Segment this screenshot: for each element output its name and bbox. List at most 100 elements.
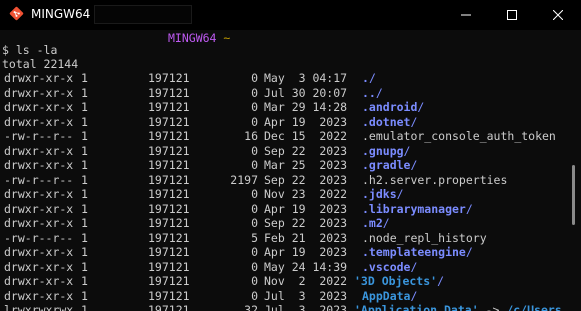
link-count: 1: [81, 85, 88, 100]
listing-row: -rw-r--r-- 1 197121 5 Feb 21 2023 .node_repl_…: [2, 231, 568, 245]
link-count: 1: [81, 114, 88, 129]
owner-id: 197121: [148, 187, 190, 201]
file-size: 0: [251, 274, 258, 288]
terminal-output[interactable]: MINGW64 ~ $ ls -la total 22144 drwxr-xr-…: [0, 30, 568, 311]
modified-date: Sep 22 2023: [264, 172, 348, 187]
owner-id: 197121: [148, 100, 190, 114]
modified-date: Jul 3 2023: [264, 288, 348, 303]
entry-name: .vscode/: [362, 259, 418, 274]
title-bar[interactable]: MINGW64: [0, 0, 581, 30]
modified-date: Sep 22 2023: [264, 216, 348, 230]
permissions: drwxr-xr-x: [4, 274, 74, 288]
listing-row: drwxr-xr-x 1 197121 0 Mar 25 2023 .gradle/: [2, 158, 568, 172]
link-count: 1: [81, 172, 88, 187]
entry-name: '3D Objects'/: [354, 274, 445, 288]
owner-id: 197121: [148, 201, 190, 216]
owner-id: 197121: [148, 230, 190, 245]
file-size: 0: [251, 288, 258, 303]
listing-row: drwxr-xr-x 1 197121 0 May 24 14:39 .vscode/: [2, 260, 568, 274]
owner-id: 197121: [148, 114, 190, 129]
owner-id: 197121: [148, 172, 190, 187]
close-icon: [553, 10, 563, 20]
permissions: drwxr-xr-x: [4, 245, 74, 259]
file-name: .h2.server.properties: [362, 172, 508, 187]
entry-name: .dotnet/: [362, 114, 418, 129]
permissions: -rw-r--r--: [4, 129, 74, 143]
permissions: drwxr-xr-x: [4, 143, 74, 158]
minimize-icon: [461, 14, 471, 16]
entry-name: .m2/: [362, 216, 390, 230]
file-size: 16: [244, 129, 258, 143]
file-size: 0: [251, 245, 258, 259]
terminal-window: MINGW64 MINGW64 ~ $ ls -la total 22144 d…: [0, 0, 581, 311]
modified-date: Apr 19 2023: [264, 245, 348, 259]
owner-id: 197121: [148, 303, 190, 311]
owner-id: 197121: [148, 274, 190, 288]
owner-id: 197121: [148, 129, 190, 143]
maximize-icon: [507, 10, 517, 20]
link-count: 1: [81, 245, 88, 259]
entry-name: .android/: [362, 100, 425, 114]
owner-id: 197121: [148, 216, 190, 230]
listing-row: drwxr-xr-x 1 197121 0 Apr 19 2023 .dotnet/: [2, 115, 568, 129]
permissions: drwxr-xr-x: [4, 114, 74, 129]
owner-id: 197121: [148, 288, 190, 303]
link-count: 1: [81, 201, 88, 216]
minimize-button[interactable]: [443, 0, 489, 30]
entry-name: .jdks/: [362, 187, 404, 201]
listing-row: lrwxrwxrwx 1 197121 32 Jul 3 2023 'Applicatio…: [2, 303, 568, 311]
link-count: 1: [81, 230, 88, 245]
file-size: 32: [244, 303, 258, 311]
scrollbar-thumb[interactable]: [572, 165, 575, 225]
file-size: 5: [251, 230, 258, 245]
permissions: drwxr-xr-x: [4, 85, 74, 100]
entry-name: AppData/: [362, 288, 418, 303]
file-size: 2197: [230, 172, 258, 187]
file-size: 0: [251, 158, 258, 172]
modified-date: Mar 25 2023: [264, 158, 348, 172]
link-count: 1: [81, 187, 88, 201]
total-line: total 22144: [2, 57, 79, 71]
file-name: .node_repl_history: [362, 230, 487, 245]
listing-row: drwxr-xr-x 1 197121 0 Mar 29 14:28 .android/: [2, 100, 568, 114]
entry-name: ./: [362, 71, 376, 85]
window-title: MINGW64: [31, 7, 91, 21]
prompt-header: MINGW64 ~: [168, 31, 230, 45]
listing-row: drwxr-xr-x 1 197121 0 Nov 2 2022 '3D Objects'…: [2, 274, 568, 288]
link-count: 1: [81, 259, 88, 274]
permissions: drwxr-xr-x: [4, 201, 74, 216]
listing-row: drwxr-xr-x 1 197121 0 Nov 23 2022 .jdks/: [2, 187, 568, 201]
close-button[interactable]: [535, 0, 581, 30]
entry-name: .gnupg/: [362, 143, 411, 158]
listing-row: drwxr-xr-x 1 197121 0 Apr 19 2023 .templateen…: [2, 245, 568, 259]
permissions: drwxr-xr-x: [4, 100, 74, 114]
modified-date: May 3 04:17: [264, 71, 348, 85]
listing-row: drwxr-xr-x 1 197121 0 Apr 19 2023 .libraryman…: [2, 202, 568, 216]
permissions: drwxr-xr-x: [4, 158, 74, 172]
prompt-path: ~: [223, 31, 231, 45]
owner-id: 197121: [148, 71, 190, 85]
modified-date: Dec 15 2022: [264, 129, 348, 143]
link-count: 1: [81, 71, 88, 85]
entry-name: .librarymanager/: [362, 201, 473, 216]
entry-name: .gradle/: [362, 158, 418, 172]
permissions: drwxr-xr-x: [4, 288, 74, 303]
link-count: 1: [81, 143, 88, 158]
listing-row: -rw-r--r-- 1 197121 2197 Sep 22 2023 .h2.serv…: [2, 173, 568, 187]
listing-row: drwxr-xr-x 1 197121 0 Sep 22 2023 .gnupg/: [2, 144, 568, 158]
link-count: 1: [81, 303, 88, 311]
maximize-button[interactable]: [489, 0, 535, 30]
command-line: $ ls -la: [2, 43, 58, 57]
modified-date: Nov 2 2022: [264, 274, 348, 288]
modified-date: Apr 19 2023: [264, 114, 348, 129]
file-size: 0: [251, 259, 258, 274]
file-size: 0: [251, 216, 258, 230]
scrollbar[interactable]: [568, 30, 581, 311]
modified-date: Jul 3 2023: [264, 303, 348, 311]
file-size: 0: [251, 187, 258, 201]
listing-row: -rw-r--r-- 1 197121 16 Dec 15 2022 .emulator_…: [2, 129, 568, 143]
listing-row: drwxr-xr-x 1 197121 0 Jul 30 20:07 ../: [2, 86, 568, 100]
file-size: 0: [251, 201, 258, 216]
file-size: 0: [251, 100, 258, 114]
link-count: 1: [81, 274, 88, 288]
